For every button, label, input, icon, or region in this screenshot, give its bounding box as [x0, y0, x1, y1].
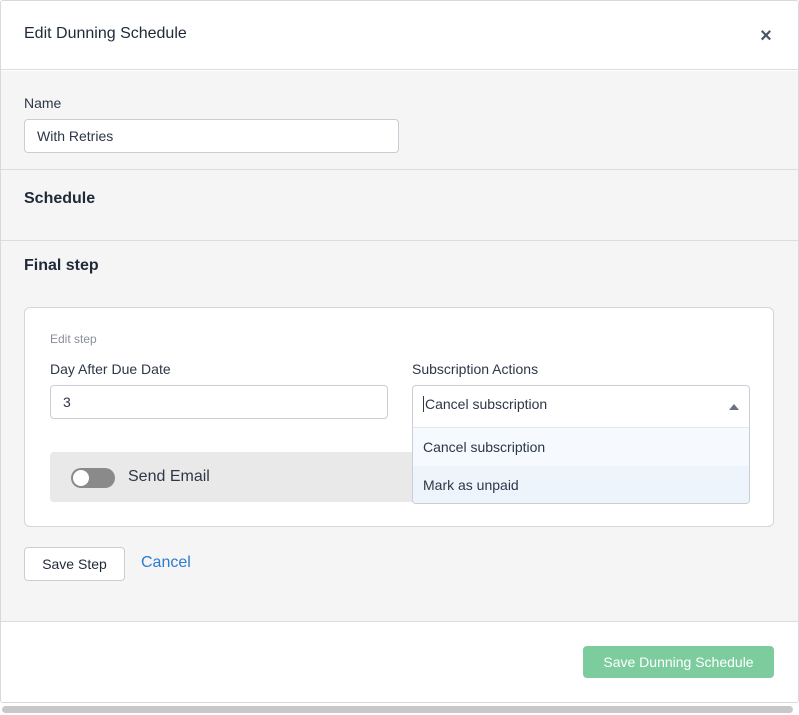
divider	[1, 240, 798, 241]
subscription-actions-dropdown: Cancel subscription Mark as unpaid	[412, 427, 750, 504]
name-label: Name	[24, 95, 62, 111]
day-after-due-date-label: Day After Due Date	[50, 361, 171, 377]
send-email-toggle[interactable]	[71, 468, 115, 488]
save-step-button[interactable]: Save Step	[24, 547, 125, 581]
save-dunning-schedule-button[interactable]: Save Dunning Schedule	[583, 646, 774, 678]
edit-step-caption: Edit step	[50, 332, 97, 346]
name-input[interactable]	[24, 119, 399, 153]
final-step-heading: Final step	[24, 257, 99, 274]
cancel-link[interactable]: Cancel	[141, 554, 191, 572]
modal-header: Edit Dunning Schedule ×	[1, 1, 798, 70]
caret-up-icon	[729, 404, 739, 410]
schedule-heading: Schedule	[24, 190, 96, 207]
send-email-label: Send Email	[128, 468, 210, 485]
modal-footer: Save Dunning Schedule	[1, 621, 798, 702]
day-after-due-date-input[interactable]	[50, 385, 388, 419]
subscription-actions-value: Cancel subscription	[423, 396, 548, 412]
divider	[1, 169, 798, 170]
toggle-knob	[73, 470, 89, 486]
send-email-row: Send Email	[50, 452, 450, 502]
dropdown-option-cancel-subscription[interactable]: Cancel subscription	[413, 428, 749, 466]
subscription-actions-select[interactable]: Cancel subscription	[412, 385, 750, 428]
horizontal-scrollbar[interactable]	[2, 706, 793, 713]
modal-title: Edit Dunning Schedule	[24, 25, 187, 42]
edit-step-card: Edit step Day After Due Date Subscriptio…	[24, 307, 774, 527]
close-icon[interactable]: ×	[757, 26, 775, 46]
subscription-actions-label: Subscription Actions	[412, 361, 539, 377]
dropdown-option-mark-as-unpaid[interactable]: Mark as unpaid	[413, 466, 749, 503]
edit-dunning-schedule-modal: Edit Dunning Schedule × Name Schedule Fi…	[0, 0, 799, 703]
modal-body: Name Schedule Final step Edit step Day A…	[1, 71, 798, 621]
